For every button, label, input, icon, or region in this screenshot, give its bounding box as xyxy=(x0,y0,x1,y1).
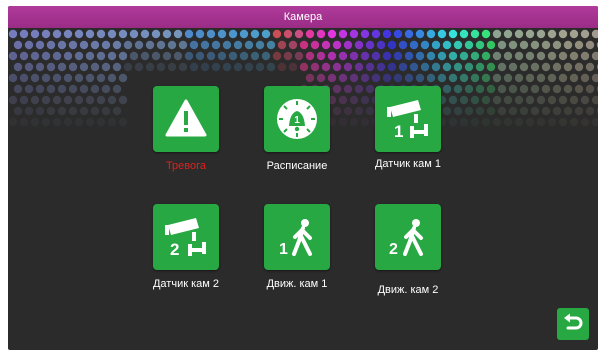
camera-sensor-1-icon: 1 xyxy=(387,100,428,141)
svg-text:1: 1 xyxy=(279,241,288,258)
tile-motion-camera-2[interactable]: 2 xyxy=(375,204,441,270)
tile-camera-sensor-1-label: Датчик кам 1 xyxy=(374,158,442,170)
tile-schedule[interactable]: 1 xyxy=(264,86,330,152)
back-button[interactable] xyxy=(557,308,589,340)
tile-schedule-label: Расписание xyxy=(266,160,328,172)
screen: Камера Тревога 1 Расписание 1 Датчик кам… xyxy=(8,6,598,350)
svg-text:2: 2 xyxy=(170,240,179,259)
svg-text:1: 1 xyxy=(394,122,403,141)
tile-motion-camera-1[interactable]: 1 xyxy=(264,204,330,270)
svg-text:1: 1 xyxy=(294,115,300,126)
tile-motion-camera-1-label: Движ. кам 1 xyxy=(266,278,328,290)
camera-sensor-2-icon: 2 xyxy=(165,218,206,259)
tile-camera-sensor-2-label: Датчик кам 2 xyxy=(152,278,220,290)
motion-camera-2-icon: 2 xyxy=(389,219,423,258)
tile-alarm-label: Тревога xyxy=(165,160,207,172)
return-arrow-icon xyxy=(564,313,583,330)
schedule-clock-bell-icon: 1 xyxy=(277,99,317,139)
tile-camera-sensor-1[interactable]: 1 xyxy=(375,86,441,152)
tile-camera-sensor-2[interactable]: 2 xyxy=(153,204,219,270)
window-title: Камера xyxy=(8,6,598,28)
warning-triangle-icon xyxy=(165,99,207,137)
tile-alarm[interactable] xyxy=(153,86,219,152)
motion-camera-1-icon: 1 xyxy=(279,219,312,258)
tile-motion-camera-2-label: Движ. кам 2 xyxy=(377,284,439,296)
svg-text:2: 2 xyxy=(389,241,398,258)
